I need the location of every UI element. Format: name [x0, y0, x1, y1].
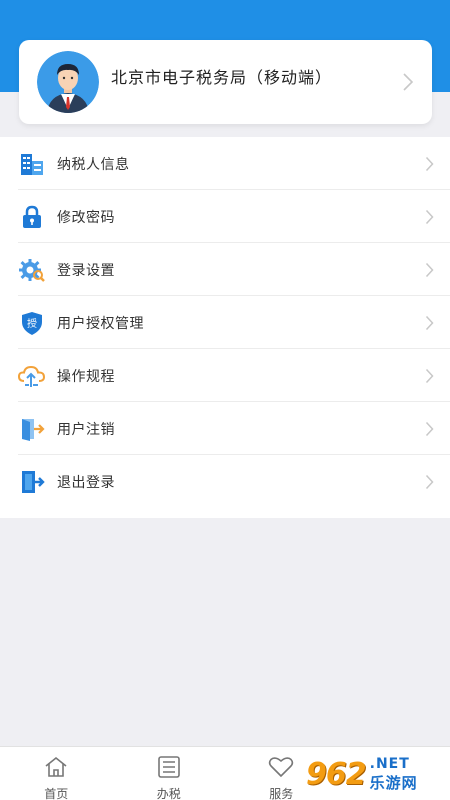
heart-icon [268, 756, 294, 782]
menu-item-user-authorization[interactable]: 授 用户授权管理 [0, 296, 450, 349]
menu-item-login-settings[interactable]: 登录设置 [0, 243, 450, 296]
menu-item-label: 用户授权管理 [57, 315, 144, 332]
chevron-right-icon [402, 72, 414, 96]
menu-item-label: 用户注销 [57, 421, 115, 438]
authorize-shield-icon: 授 [18, 309, 46, 337]
building-icon [18, 150, 46, 178]
site-watermark: 962 .NET 乐游网 [306, 752, 444, 796]
menu-item-logout[interactable]: 退出登录 [0, 455, 450, 508]
chevron-right-icon [425, 474, 434, 494]
chevron-right-icon [425, 315, 434, 335]
watermark-cn: 乐游网 [369, 773, 418, 792]
tab-home[interactable]: 首页 [0, 747, 113, 800]
gear-icon [18, 256, 46, 284]
profile-card[interactable]: 北京市电子税务局（移动端） [19, 40, 432, 124]
authorize-icon-text: 授 [27, 317, 37, 330]
menu-item-taxpayer-info[interactable]: 纳税人信息 [0, 137, 450, 190]
chevron-right-icon [425, 156, 434, 176]
tab-label: 办税 [156, 787, 181, 800]
menu-item-label: 操作规程 [57, 368, 115, 385]
tab-label: 服务 [269, 787, 294, 800]
chevron-right-icon [425, 209, 434, 229]
menu-item-label: 退出登录 [57, 474, 115, 491]
lock-icon [18, 203, 46, 231]
menu-item-operating-procedures[interactable]: 操作规程 [0, 349, 450, 402]
tab-tax[interactable]: 办税 [113, 747, 226, 800]
chevron-right-icon [425, 262, 434, 282]
home-icon [44, 756, 68, 782]
menu-item-label: 登录设置 [57, 262, 115, 279]
watermark-number: 962 [306, 756, 367, 792]
menu-item-label: 修改密码 [57, 209, 115, 226]
profile-name: 北京市电子税务局（移动端） [111, 68, 333, 87]
door-exit-icon [18, 415, 46, 443]
menu-item-account-deregistration[interactable]: 用户注销 [0, 402, 450, 455]
tab-label: 首页 [44, 787, 69, 800]
menu-item-change-password[interactable]: 修改密码 [0, 190, 450, 243]
logout-icon [18, 468, 46, 496]
watermark-suffix: .NET [369, 755, 410, 772]
menu-item-label: 纳税人信息 [57, 156, 130, 173]
chevron-right-icon [425, 421, 434, 441]
cloud-upload-icon [18, 362, 46, 390]
list-icon [157, 756, 181, 782]
settings-menu: 纳税人信息 修改密码 登录设置 授 用户授权管理 操作规程 用户注销 退出登录 [0, 137, 450, 518]
user-avatar-icon [37, 51, 99, 113]
chevron-right-icon [425, 368, 434, 388]
